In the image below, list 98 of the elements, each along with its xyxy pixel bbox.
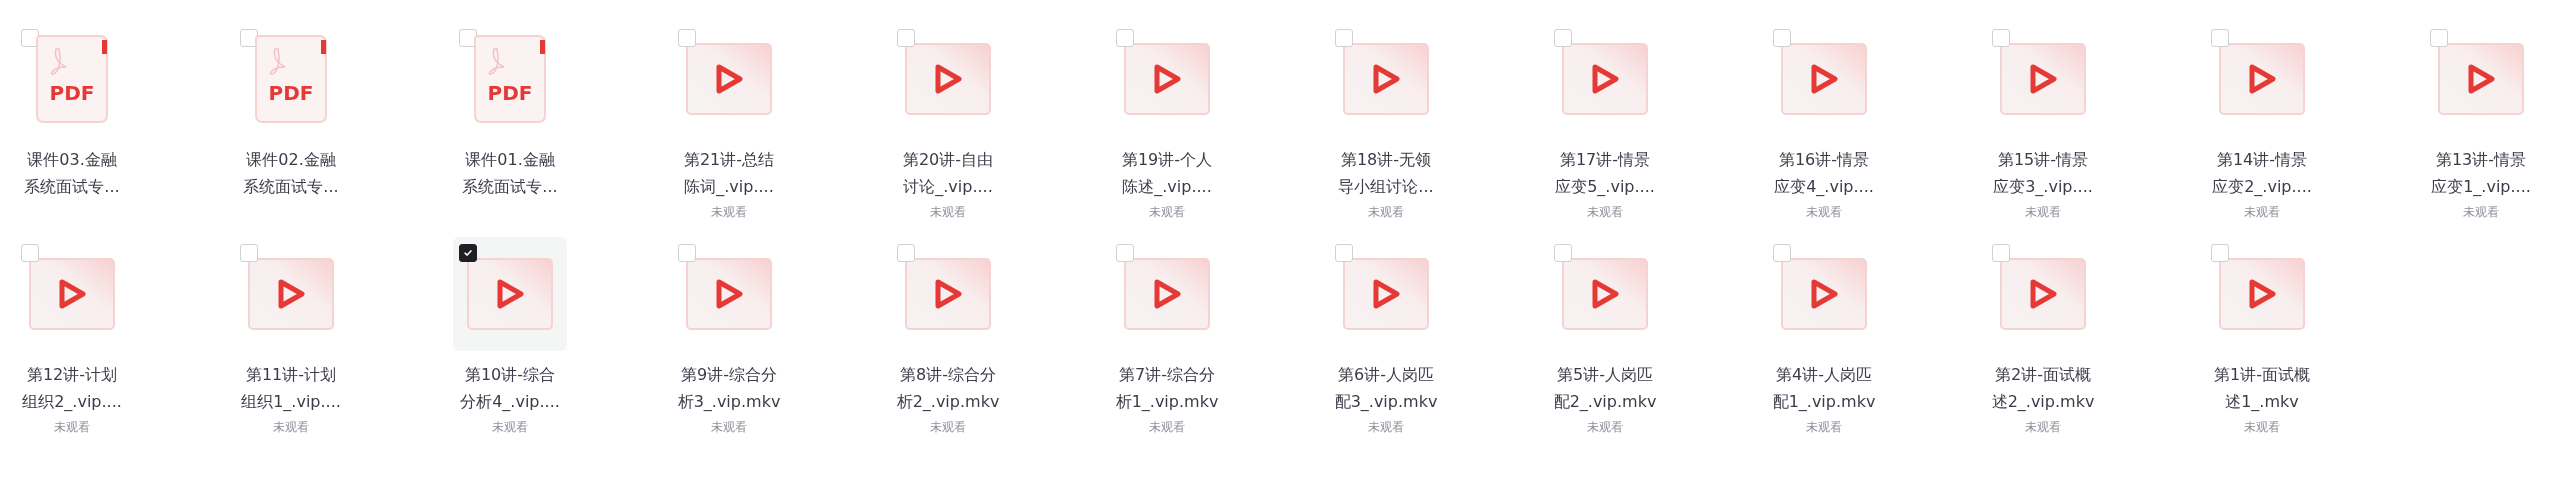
file-name[interactable]: 第4讲-人岗匹 (1776, 361, 1872, 388)
file-name[interactable]: 分析4_.vip.... (460, 388, 560, 415)
file-name[interactable]: 述1_.mkv (2225, 388, 2299, 415)
file-name[interactable]: 第6讲-人岗匹 (1338, 361, 1434, 388)
video-file-icon (905, 43, 991, 115)
file-name[interactable]: 第12讲-计划 (26, 361, 118, 388)
file-name[interactable]: 配3_.vip.mkv (1334, 388, 1438, 415)
video-file-icon (1562, 43, 1648, 115)
file-name[interactable]: 第7讲-综合分 (1119, 361, 1215, 388)
file-name[interactable]: 系统面试专... (24, 173, 120, 200)
video-file-icon (905, 258, 991, 330)
file-thumbnail[interactable]: PDF (453, 22, 567, 136)
file-name[interactable]: 第15讲-情景 (1997, 146, 2089, 173)
file-name[interactable]: 第18讲-无领 (1340, 146, 1432, 173)
video-file-icon (2438, 43, 2524, 115)
watch-status: 未观看 (711, 419, 747, 436)
file-name[interactable]: 配1_.vip.mkv (1772, 388, 1876, 415)
watch-status: 未观看 (1806, 419, 1842, 436)
video-file-icon (2000, 43, 2086, 115)
file-name[interactable]: 述2_.vip.mkv (1991, 388, 2095, 415)
file-name[interactable]: 第8讲-综合分 (900, 361, 996, 388)
video-file-icon (1124, 43, 1210, 115)
file-thumbnail[interactable] (453, 237, 567, 351)
video-file-icon (1124, 258, 1210, 330)
file-name[interactable]: 课件03.金融 (27, 146, 117, 173)
watch-status: 未观看 (1149, 204, 1185, 221)
watch-status: 未观看 (930, 204, 966, 221)
video-file-icon (1343, 258, 1429, 330)
file-name[interactable]: 导小组讨论... (1338, 173, 1434, 200)
pdf-label: PDF (48, 81, 96, 105)
video-file-icon (248, 258, 334, 330)
file-name[interactable]: 陈词_.vip.... (684, 173, 774, 200)
file-name[interactable]: 应变1_.vip.... (2431, 173, 2531, 200)
pdf-label: PDF (267, 81, 315, 105)
file-name[interactable]: 第5讲-人岗匹 (1557, 361, 1653, 388)
file-name[interactable]: 陈述_.vip.... (1122, 173, 1212, 200)
file-name[interactable]: 第1讲-面试概 (2214, 361, 2310, 388)
file-name[interactable]: 第19讲-个人 (1121, 146, 1213, 173)
watch-status: 未观看 (2244, 204, 2280, 221)
file-name[interactable]: 第16讲-情景 (1778, 146, 1870, 173)
watch-status: 未观看 (54, 419, 90, 436)
file-name[interactable]: 组织2_.vip.... (22, 388, 122, 415)
file-name[interactable]: 组织1_.vip.... (241, 388, 341, 415)
watch-status: 未观看 (930, 419, 966, 436)
video-file-icon (2000, 258, 2086, 330)
file-name[interactable]: 第17讲-情景 (1559, 146, 1651, 173)
file-name[interactable]: 应变2_.vip.... (2212, 173, 2312, 200)
file-name[interactable]: 第11讲-计划 (245, 361, 337, 388)
watch-status: 未观看 (1368, 419, 1404, 436)
watch-status: 未观看 (492, 419, 528, 436)
video-file-icon (1343, 43, 1429, 115)
watch-status: 未观看 (1587, 204, 1623, 221)
watch-status: 未观看 (273, 419, 309, 436)
file-name[interactable]: 应变5_.vip.... (1555, 173, 1655, 200)
file-name[interactable]: 应变3_.vip.... (1993, 173, 2093, 200)
pdf-document-icon (36, 35, 108, 123)
watch-status: 未观看 (1368, 204, 1404, 221)
watch-status: 未观看 (2244, 419, 2280, 436)
file-name[interactable]: 第2讲-面试概 (1995, 361, 2091, 388)
video-file-icon (1562, 258, 1648, 330)
file-name[interactable]: 课件01.金融 (465, 146, 555, 173)
pdf-document-icon (474, 35, 546, 123)
file-name[interactable]: 第13讲-情景 (2435, 146, 2527, 173)
file-name[interactable]: 第21讲-总结 (683, 146, 775, 173)
file-name[interactable]: 第10讲-综合 (464, 361, 556, 388)
watch-status: 未观看 (711, 204, 747, 221)
file-name[interactable]: 析1_.vip.mkv (1115, 388, 1219, 415)
watch-status: 未观看 (1587, 419, 1623, 436)
check-icon (463, 248, 473, 258)
video-file-icon (1781, 43, 1867, 115)
watch-status: 未观看 (1149, 419, 1185, 436)
file-name[interactable]: 应变4_.vip.... (1774, 173, 1874, 200)
file-thumbnail[interactable]: PDF (15, 22, 129, 136)
checkbox[interactable] (459, 244, 477, 262)
file-name[interactable]: 讨论_.vip.... (903, 173, 993, 200)
pdf-label: PDF (486, 81, 534, 105)
video-file-icon (467, 258, 553, 330)
file-name[interactable]: 系统面试专... (243, 173, 339, 200)
watch-status: 未观看 (1806, 204, 1842, 221)
video-file-icon (2219, 43, 2305, 115)
file-name[interactable]: 析2_.vip.mkv (896, 388, 1000, 415)
video-file-icon (1781, 258, 1867, 330)
video-file-icon (686, 43, 772, 115)
file-name[interactable]: 析3_.vip.mkv (677, 388, 781, 415)
watch-status: 未观看 (2463, 204, 2499, 221)
video-file-icon (29, 258, 115, 330)
pdf-document-icon (255, 35, 327, 123)
video-file-icon (2219, 258, 2305, 330)
file-name[interactable]: 配2_.vip.mkv (1553, 388, 1657, 415)
watch-status: 未观看 (2025, 419, 2061, 436)
file-name[interactable]: 课件02.金融 (246, 146, 336, 173)
video-file-icon (686, 258, 772, 330)
file-thumbnail[interactable]: PDF (234, 22, 348, 136)
watch-status: 未观看 (2025, 204, 2061, 221)
file-name[interactable]: 第14讲-情景 (2216, 146, 2308, 173)
file-name[interactable]: 第9讲-综合分 (681, 361, 777, 388)
file-name[interactable]: 第20讲-自由 (902, 146, 994, 173)
file-name[interactable]: 系统面试专... (462, 173, 558, 200)
